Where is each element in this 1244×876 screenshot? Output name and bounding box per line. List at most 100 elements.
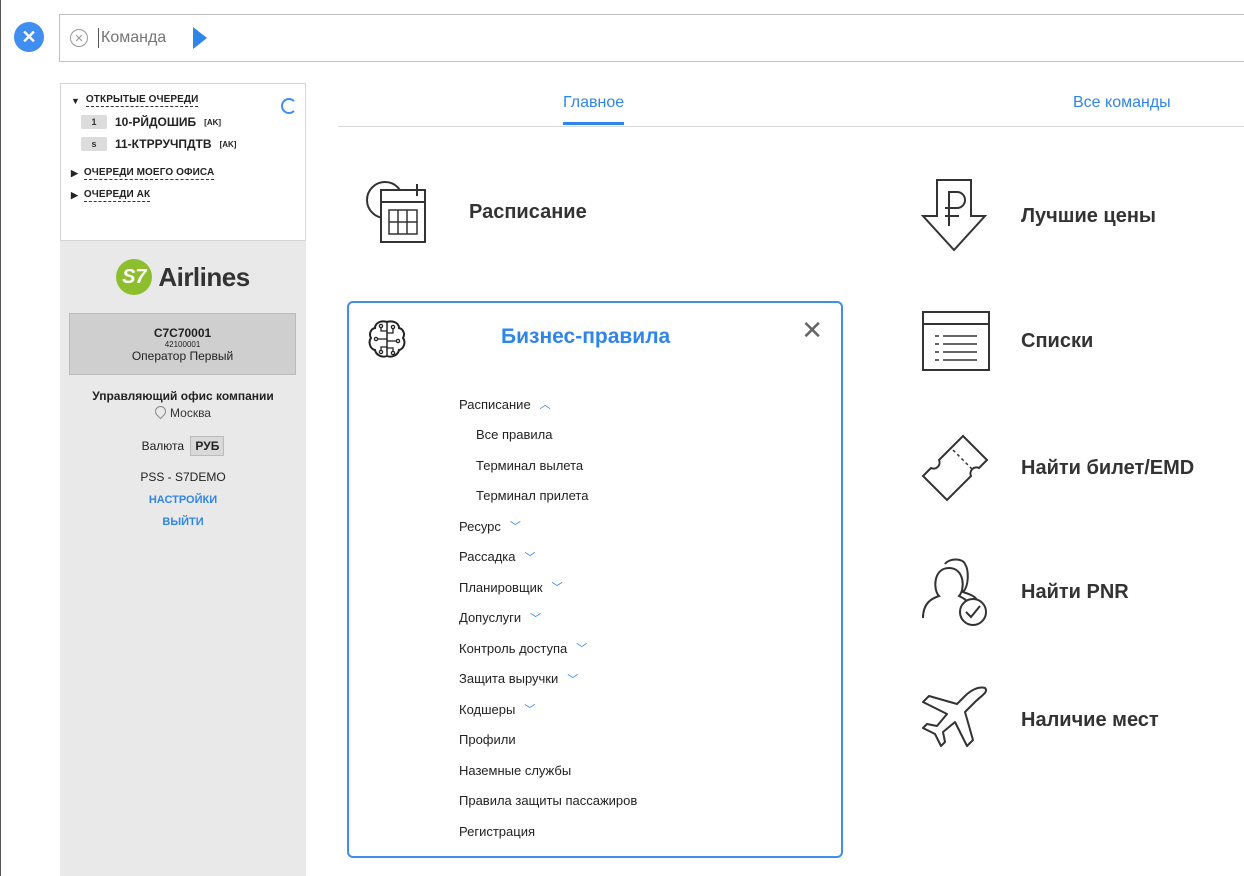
user-card: C7C70001 42100001 Оператор Первый xyxy=(69,313,296,375)
user-name: Оператор Первый xyxy=(131,348,234,363)
ak-queues-toggle[interactable]: ▶ ОЧЕРЕДИ АК xyxy=(71,189,297,202)
rule-item[interactable]: Расписание ︿ xyxy=(459,389,637,420)
rule-label: Контроль доступа xyxy=(459,640,568,656)
tile-lists-label: Списки xyxy=(1021,329,1094,352)
triangle-right-icon: ▶ xyxy=(71,168,78,178)
rule-item[interactable]: Терминал прилета xyxy=(459,481,637,512)
logout-link[interactable]: ВЫЙТИ xyxy=(60,516,306,528)
currency: Валюта РУБ xyxy=(60,436,306,456)
rule-label: Терминал вылета xyxy=(476,457,584,473)
rule-item[interactable]: Защита выручки ﹀ xyxy=(459,664,637,695)
tile-availability-label: Наличие мест xyxy=(1021,708,1159,731)
close-icon[interactable]: ✕ xyxy=(14,22,44,52)
chevron-down-icon[interactable]: ﹀ xyxy=(552,579,563,595)
ticket-icon xyxy=(921,434,989,502)
sidebar: ▼ ОТКРЫТЫЕ ОЧЕРЕДИ 1 10-РЙДОШИБ [AK] s 11… xyxy=(60,83,306,876)
tile-find-pnr[interactable]: Найти PNR xyxy=(919,556,1129,628)
queue-tag: [AK] xyxy=(219,139,237,149)
tile-availability[interactable]: Наличие мест xyxy=(919,684,1159,756)
rule-label: Кодшеры xyxy=(459,701,516,717)
currency-label: Валюта xyxy=(141,439,185,453)
chevron-down-icon[interactable]: ﹀ xyxy=(576,640,587,656)
brain-icon xyxy=(368,320,406,358)
rule-label: Профили xyxy=(459,732,516,748)
tab-bar: Главное Все команды xyxy=(338,84,1244,127)
rule-item[interactable]: Кодшеры ﹀ xyxy=(459,694,637,725)
rule-item[interactable]: Контроль доступа ﹀ xyxy=(459,633,637,664)
rule-label: Правила защиты пассажиров xyxy=(459,793,638,809)
chevron-down-icon[interactable]: ﹀ xyxy=(510,518,521,534)
city-label: Москва xyxy=(170,406,211,420)
tile-find-ticket[interactable]: Найти билет/EMD xyxy=(919,432,1194,504)
rule-item[interactable]: Профили xyxy=(459,725,637,756)
s7-logo-icon: S7 xyxy=(116,259,153,295)
airline-logo: S7 Airlines xyxy=(60,259,306,295)
queue-badge: s xyxy=(81,137,107,151)
tile-best-prices-label: Лучшие цены xyxy=(1021,204,1156,227)
rule-label: Расписание xyxy=(459,396,531,412)
command-bar: ✕ xyxy=(59,14,1244,62)
close-icon[interactable]: ✕ xyxy=(801,317,823,343)
office-title: Управляющий офис компании xyxy=(92,389,274,403)
chevron-down-icon[interactable]: ﹀ xyxy=(567,671,578,687)
tile-schedule-label: Расписание xyxy=(469,200,587,223)
rule-label: Планировщик xyxy=(459,579,543,595)
open-queues-toggle[interactable]: ▼ ОТКРЫТЫЕ ОЧЕРЕДИ xyxy=(71,94,297,107)
rule-label: Ресурс xyxy=(459,518,501,534)
passengers-check-icon xyxy=(922,558,987,626)
office-queues-toggle[interactable]: ▶ ОЧЕРЕДИ МОЕГО ОФИСА xyxy=(71,167,297,180)
rule-item[interactable]: Рассадка ﹀ xyxy=(459,542,637,573)
queue-tag: [AK] xyxy=(204,117,222,127)
rule-label: Рассадка xyxy=(459,549,516,565)
rule-label: Регистрация xyxy=(459,823,535,839)
rule-label: Терминал прилета xyxy=(476,488,589,504)
refresh-icon[interactable] xyxy=(281,98,297,114)
business-rules-panel: Бизнес-правила ✕ Расписание ︿ Все правила Т… xyxy=(347,301,843,858)
airplane-icon xyxy=(922,686,987,747)
clear-icon[interactable]: ✕ xyxy=(70,29,88,47)
queue-item[interactable]: s 11-КТРРУЧПДТВ [AK] xyxy=(81,137,297,151)
tab-all-commands[interactable]: Все команды xyxy=(1073,94,1171,112)
rule-label: Наземные службы xyxy=(459,762,572,778)
rule-item[interactable]: Допуслуги ﹀ xyxy=(459,603,637,634)
chevron-down-icon[interactable]: ﹀ xyxy=(530,610,541,626)
queue-badge: 1 xyxy=(81,115,107,129)
ruble-down-arrow-icon xyxy=(920,179,988,252)
triangle-right-icon: ▶ xyxy=(71,190,78,200)
location-pin-icon xyxy=(152,403,169,420)
list-icon xyxy=(922,311,990,371)
rule-item[interactable]: Планировщик ﹀ xyxy=(459,572,637,603)
user-code: C7C70001 xyxy=(153,325,212,340)
user-number: 42100001 xyxy=(164,339,201,349)
chevron-down-icon[interactable]: ﹀ xyxy=(525,549,536,565)
system-label: PSS - S7DEMO xyxy=(140,470,226,484)
tab-main[interactable]: Главное xyxy=(563,94,625,125)
rule-item[interactable]: Наземные службы xyxy=(459,755,637,786)
command-input[interactable] xyxy=(98,28,193,48)
rule-label: Все правила xyxy=(476,427,553,443)
queue-name: 10-РЙДОШИБ xyxy=(115,115,197,129)
rule-item[interactable]: Все правила xyxy=(459,420,637,451)
rule-item[interactable]: Терминал вылета xyxy=(459,450,637,481)
rule-label: Защита выручки xyxy=(459,671,559,687)
rule-item[interactable]: Регистрация xyxy=(459,816,637,847)
tile-lists[interactable]: Списки xyxy=(921,310,1093,372)
panel-title: Бизнес-правила xyxy=(501,325,671,348)
queue-item[interactable]: 1 10-РЙДОШИБ [AK] xyxy=(81,115,297,129)
rules-list: Расписание ︿ Все правила Терминал вылета Тер… xyxy=(459,389,637,847)
tile-find-ticket-label: Найти билет/EMD xyxy=(1021,456,1195,479)
queues-panel: ▼ ОТКРЫТЫЕ ОЧЕРЕДИ 1 10-РЙДОШИБ [AK] s 11… xyxy=(60,83,306,241)
tile-find-pnr-label: Найти PNR xyxy=(1021,580,1129,603)
schedule-icon xyxy=(366,181,426,243)
tile-best-prices[interactable]: Лучшие цены xyxy=(919,178,1156,254)
chevron-down-icon[interactable]: ﹀ xyxy=(524,701,535,717)
chevron-up-icon[interactable]: ︿ xyxy=(540,396,551,412)
tile-schedule[interactable]: Расписание xyxy=(361,176,587,248)
triangle-down-icon: ▼ xyxy=(71,95,80,106)
settings-link[interactable]: НАСТРОЙКИ xyxy=(60,494,306,506)
rule-item[interactable]: Ресурс ﹀ xyxy=(459,511,637,542)
rule-item[interactable]: Правила защиты пассажиров xyxy=(459,786,637,817)
currency-value[interactable]: РУБ xyxy=(190,436,225,456)
run-arrow-icon[interactable] xyxy=(193,27,207,49)
logo-text: Airlines xyxy=(158,261,250,292)
